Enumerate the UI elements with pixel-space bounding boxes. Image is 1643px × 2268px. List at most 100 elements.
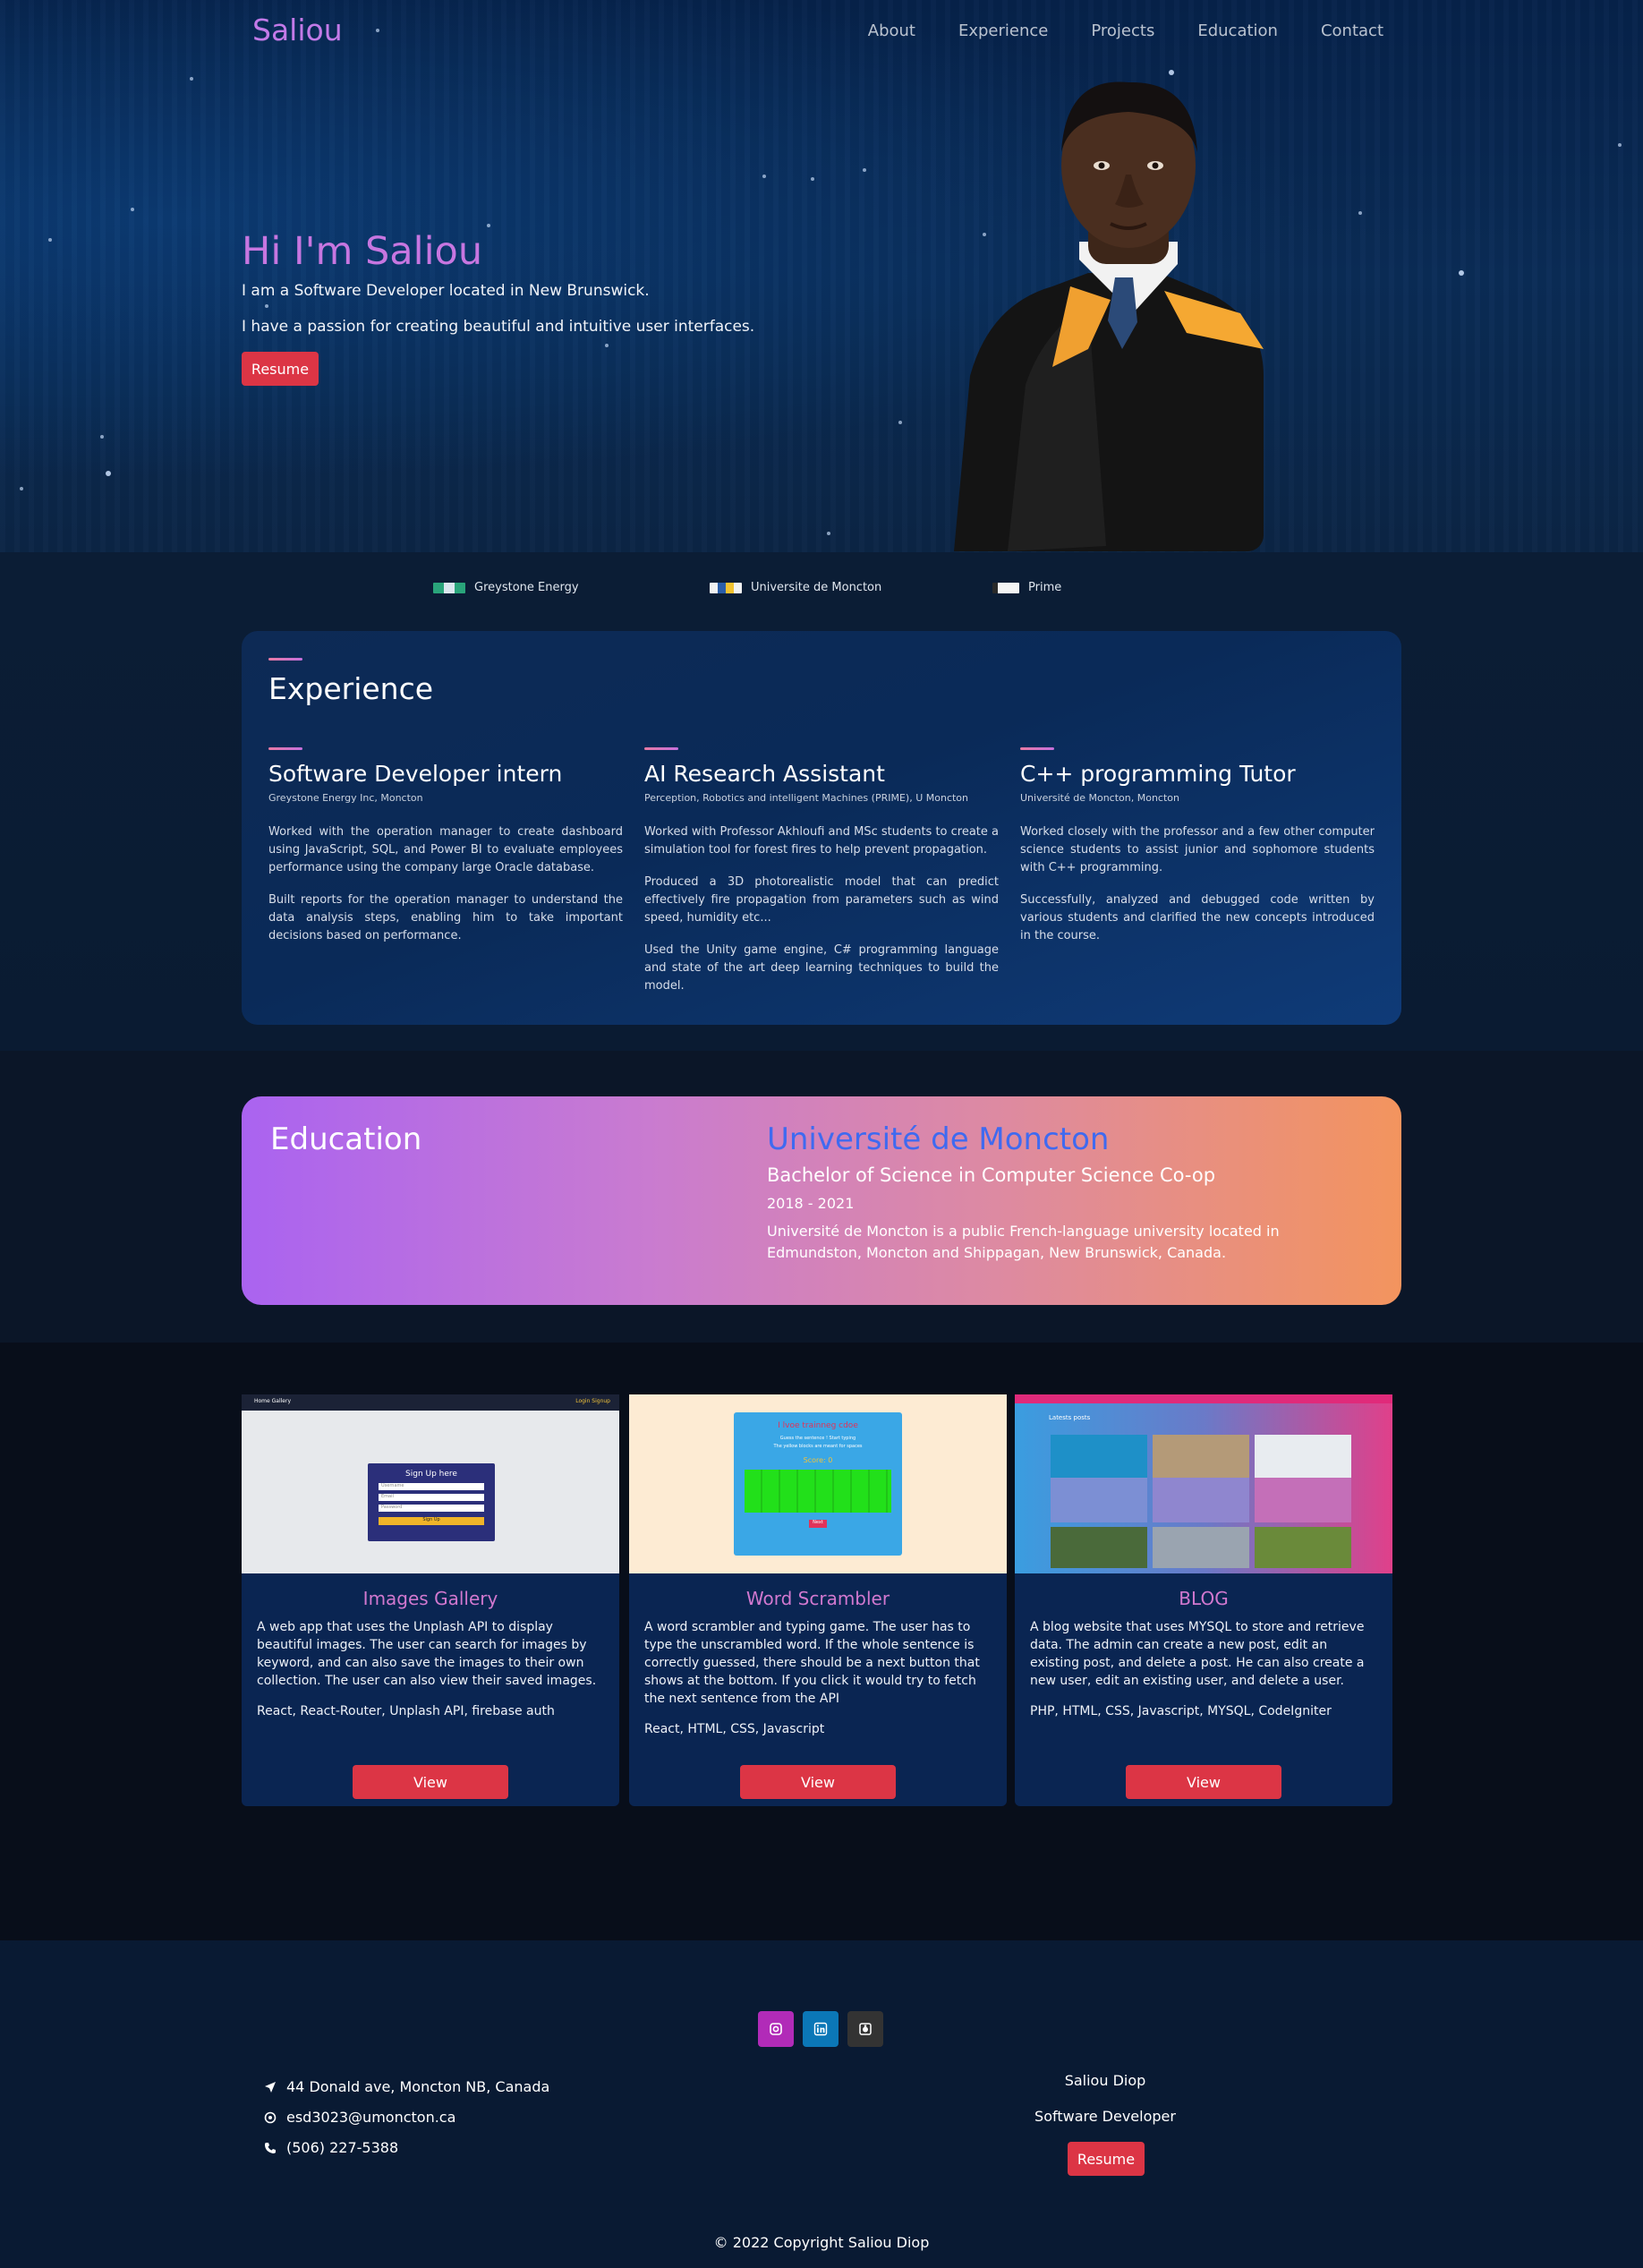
- project-view-button[interactable]: View: [740, 1765, 896, 1799]
- logo-umoncton: Universite de Moncton: [710, 581, 881, 594]
- thumb-form-title: Sign Up here: [405, 1470, 457, 1479]
- project-thumbnail-gallery: Home Gallery Login Signup Sign Up here U…: [242, 1394, 619, 1573]
- thumb-next-button: Next: [809, 1520, 827, 1528]
- project-title: Word Scrambler: [745, 1588, 890, 1609]
- education-card: Education Université de Moncton Bachelor…: [242, 1096, 1401, 1305]
- star: [863, 168, 866, 172]
- job-organization: Perception, Robotics and intelligent Mac…: [644, 792, 969, 804]
- thumb-nav-right: Login Signup: [575, 1398, 610, 1404]
- job-card: AI Research Assistant Perception, Roboti…: [644, 747, 999, 1010]
- job-description: Worked with the operation manager to cre…: [268, 825, 623, 874]
- thumb-game-heading: I lvoe trainneg cdoe: [778, 1421, 858, 1430]
- nav-education[interactable]: Education: [1197, 21, 1278, 40]
- job-accent-bar: [644, 747, 678, 750]
- nav-experience[interactable]: Experience: [958, 21, 1048, 40]
- address-text: 44 Donald ave, Moncton NB, Canada: [286, 2078, 550, 2095]
- project-description: A web app that uses the Unplash API to d…: [257, 1620, 597, 1688]
- thumb-field: Password: [379, 1505, 484, 1512]
- hero-title: Hi I'm Saliou: [242, 229, 483, 274]
- project-title: BLOG: [1179, 1588, 1229, 1609]
- job-organization: Université de Moncton, Moncton: [1020, 792, 1179, 804]
- heading-accent-bar: [268, 658, 302, 661]
- star: [106, 471, 111, 476]
- project-tech-stack: React, HTML, CSS, Javascript: [644, 1722, 825, 1736]
- job-card: C++ programming Tutor Université de Monc…: [1020, 747, 1375, 959]
- footer-name: Saliou Diop: [1064, 2072, 1146, 2089]
- thumb-game-sub: The yellow blocks are meant for spaces: [773, 1444, 863, 1449]
- hero-tagline: I am a Software Developer located in New…: [242, 282, 650, 300]
- project-description-block: A word scrambler and typing game. The us…: [644, 1618, 992, 1738]
- nav-about[interactable]: About: [868, 21, 915, 40]
- email-link[interactable]: esd3023@umoncton.ca: [286, 2109, 455, 2126]
- logo-greystone-label: Greystone Energy: [474, 581, 579, 594]
- job-description: Worked with Professor Akhloufi and MSc s…: [644, 825, 999, 857]
- project-thumbnail-blog: Latests posts: [1015, 1394, 1392, 1573]
- thumb-score: Score: 0: [803, 1456, 833, 1464]
- job-card: Software Developer intern Greystone Ener…: [268, 747, 623, 959]
- experience-heading: Experience: [268, 671, 434, 706]
- star: [762, 175, 766, 178]
- project-view-button[interactable]: View: [353, 1765, 508, 1799]
- job-accent-bar: [1020, 747, 1054, 750]
- experience-heading-block: Experience: [268, 658, 433, 706]
- umoncton-logo-icon: [710, 582, 742, 593]
- school-name: Université de Moncton: [767, 1121, 1110, 1157]
- job-title: Software Developer intern: [268, 761, 563, 787]
- thumb-blog-heading: Latests posts: [1049, 1414, 1091, 1421]
- project-description: A word scrambler and typing game. The us…: [644, 1620, 980, 1706]
- github-icon[interactable]: [847, 2011, 883, 2047]
- instagram-icon[interactable]: [758, 2011, 794, 2047]
- copyright-text: © 2022 Copyright Saliou Diop: [713, 2234, 930, 2251]
- experience-card: Experience Software Developer intern Gre…: [242, 631, 1401, 1025]
- star: [48, 238, 52, 242]
- star: [1618, 143, 1622, 147]
- job-description: Built reports for the operation manager …: [268, 893, 623, 942]
- thumb-submit: Sign Up: [379, 1517, 484, 1525]
- project-description: A blog website that uses MYSQL to store …: [1030, 1620, 1365, 1688]
- footer-resume-button[interactable]: Resume: [1068, 2142, 1145, 2176]
- phone-text: (506) 227-5388: [286, 2139, 399, 2156]
- project-card: Home Gallery Login Signup Sign Up here U…: [242, 1394, 619, 1806]
- thumb-game-panel: I lvoe trainneg cdoe Guess the sentence …: [734, 1412, 902, 1556]
- project-tech-stack: PHP, HTML, CSS, Javascript, MYSQL, CodeI…: [1030, 1704, 1332, 1718]
- footer-email: esd3023@umoncton.ca: [263, 2109, 455, 2126]
- nav-projects[interactable]: Projects: [1091, 21, 1154, 40]
- job-description: Produced a 3D photorealistic model that …: [644, 875, 999, 925]
- star: [190, 77, 193, 81]
- star: [1459, 270, 1464, 276]
- job-description: Used the Unity game engine, C# programmi…: [644, 943, 999, 993]
- top-nav: About Experience Projects Education Cont…: [868, 21, 1383, 40]
- project-tech-stack: React, React-Router, Unplash API, fireba…: [257, 1704, 555, 1718]
- education-years: 2018 - 2021: [767, 1195, 855, 1212]
- logo-prime: Prime: [992, 581, 1061, 594]
- star: [898, 421, 902, 424]
- logo-greystone: Greystone Energy: [433, 581, 579, 594]
- nav-contact[interactable]: Contact: [1321, 21, 1383, 40]
- project-card: I lvoe trainneg cdoe Guess the sentence …: [629, 1394, 1007, 1806]
- footer-address: 44 Donald ave, Moncton NB, Canada: [263, 2078, 549, 2095]
- thumb-signup-form: Sign Up here Username Email Password Sig…: [368, 1463, 495, 1541]
- star: [100, 435, 104, 439]
- education-details: Université de Moncton Bachelor of Scienc…: [767, 1121, 1358, 1264]
- project-view-button[interactable]: View: [1126, 1765, 1281, 1799]
- star: [811, 177, 814, 181]
- star: [265, 304, 268, 308]
- linkedin-icon[interactable]: [803, 2011, 839, 2047]
- logo-prime-label: Prime: [1028, 581, 1062, 594]
- star: [131, 208, 134, 211]
- job-title: C++ programming Tutor: [1020, 761, 1296, 787]
- job-description: Successfully, analyzed and debugged code…: [1020, 893, 1375, 942]
- project-title: Images Gallery: [362, 1588, 498, 1609]
- nav-logo[interactable]: Saliou: [252, 13, 343, 47]
- hero-passion: I have a passion for creating beautiful …: [242, 318, 755, 336]
- star: [376, 29, 379, 32]
- project-thumbnail-scrambler: I lvoe trainneg cdoe Guess the sentence …: [629, 1394, 1007, 1573]
- hero-background-rays: [0, 0, 1643, 552]
- prime-logo-icon: [992, 582, 1019, 593]
- phone-icon: [263, 2141, 277, 2155]
- footer-role: Software Developer: [1034, 2108, 1176, 2125]
- job-accent-bar: [268, 747, 302, 750]
- job-organization: Greystone Energy Inc, Moncton: [268, 792, 423, 804]
- job-description: Worked closely with the professor and a …: [1020, 825, 1375, 874]
- hero-resume-button[interactable]: Resume: [242, 352, 319, 386]
